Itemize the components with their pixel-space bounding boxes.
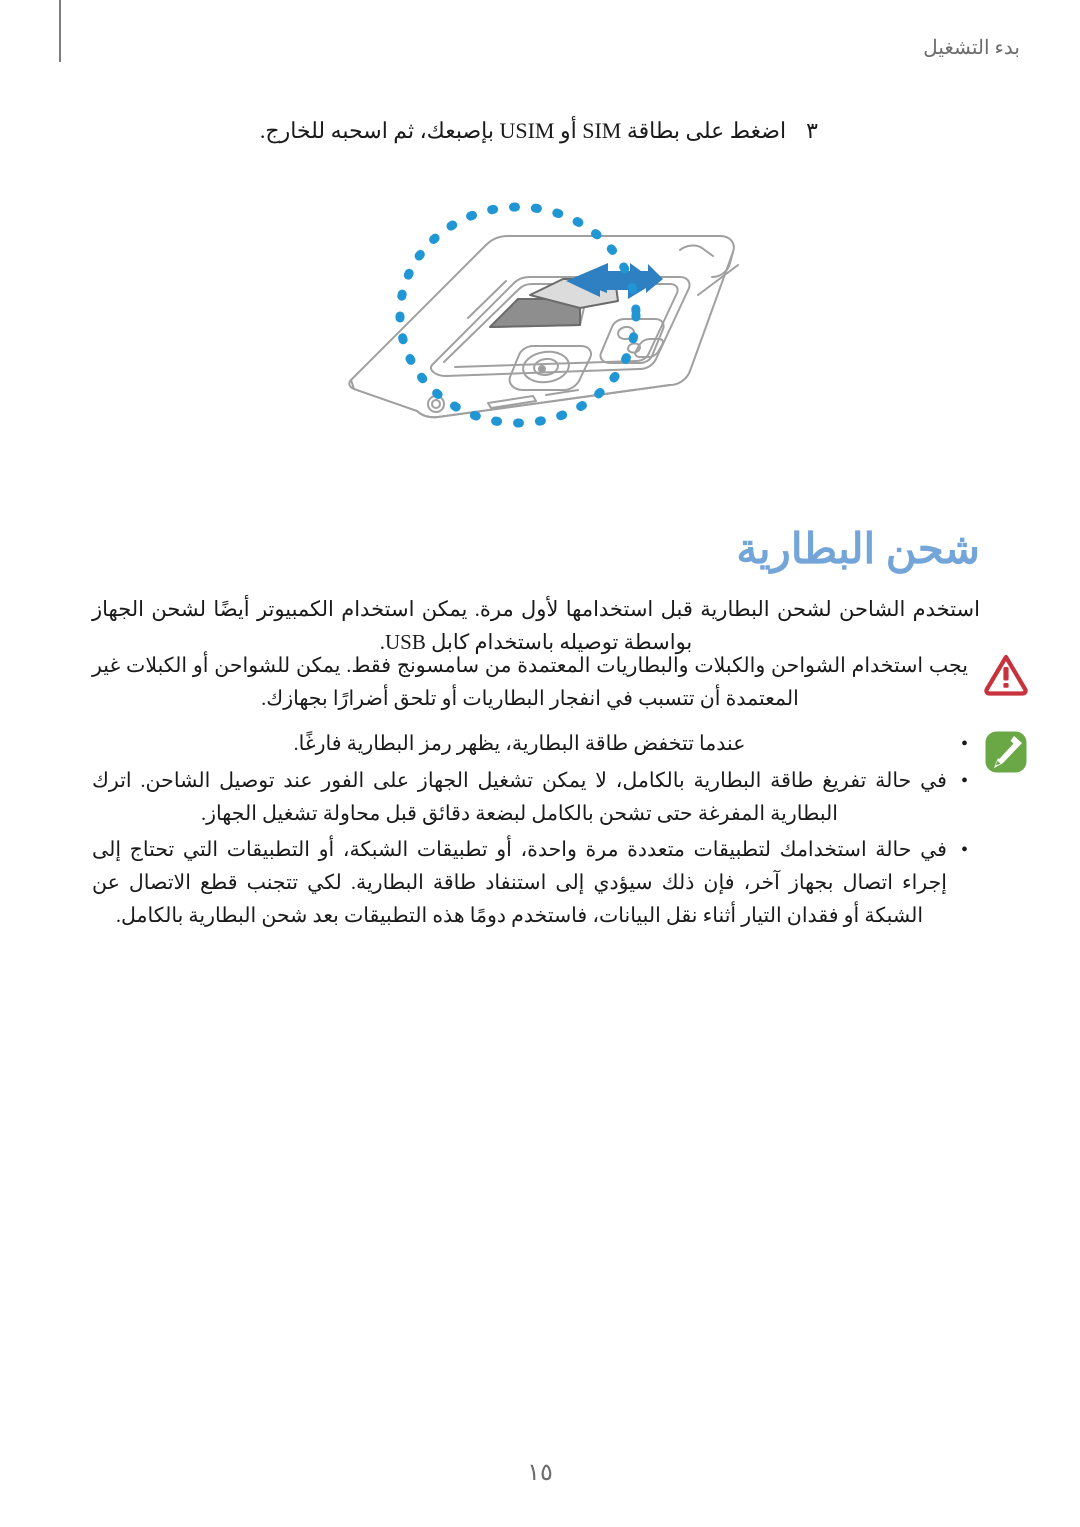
bullet-glyph: •	[960, 769, 968, 792]
section-heading: شحن البطارية	[736, 527, 980, 574]
bullet-glyph: •	[960, 733, 968, 755]
note-pencil-icon	[984, 730, 1028, 774]
warning-triangle-icon	[984, 652, 1028, 696]
note-item-text: عندما تتخفض طاقة البطارية، يظهر رمز البط…	[293, 733, 746, 755]
page-header: بدء التشغيل	[923, 38, 1020, 58]
list-item: • في حالة تفريغ طاقة البطارية بالكامل، ل…	[92, 765, 968, 831]
warning-text: يجب استخدام الشواحن والكبلات والبطاريات …	[92, 655, 968, 710]
bullet-glyph: •	[960, 839, 968, 862]
note-item-text: في حالة تفريغ طاقة البطارية بالكامل، لا …	[92, 769, 947, 825]
header-title: بدء التشغيل	[923, 37, 1020, 59]
page-number: ١٥	[527, 1460, 553, 1486]
step-instruction-row: ٣ اضغط على بطاقة SIM أو USIM بإصبعك، ثم …	[100, 118, 980, 144]
section-paragraph: استخدم الشاحن لشحن البطارية قبل استخدامه…	[92, 597, 980, 654]
note-body: • عندما تتخفض طاقة البطارية، يظهر رمز ال…	[92, 728, 968, 937]
phone-back-sim-slot-diagram	[318, 175, 768, 445]
list-item: • في حالة استخدامك لتطبيقات متعددة مرة و…	[92, 834, 968, 932]
note-callout: • عندما تتخفض طاقة البطارية، يظهر رمز ال…	[92, 728, 1028, 937]
warning-callout: يجب استخدام الشواحن والكبلات والبطاريات …	[92, 650, 1028, 716]
step-number: ٣	[806, 118, 818, 143]
note-item-text: في حالة استخدامك لتطبيقات متعددة مرة واح…	[92, 839, 947, 927]
header-rule	[59, 0, 61, 62]
list-item: • عندما تتخفض طاقة البطارية، يظهر رمز ال…	[92, 728, 968, 761]
note-list: • عندما تتخفض طاقة البطارية، يظهر رمز ال…	[92, 728, 968, 933]
step-text: اضغط على بطاقة SIM أو USIM بإصبعك، ثم اس…	[259, 118, 787, 143]
